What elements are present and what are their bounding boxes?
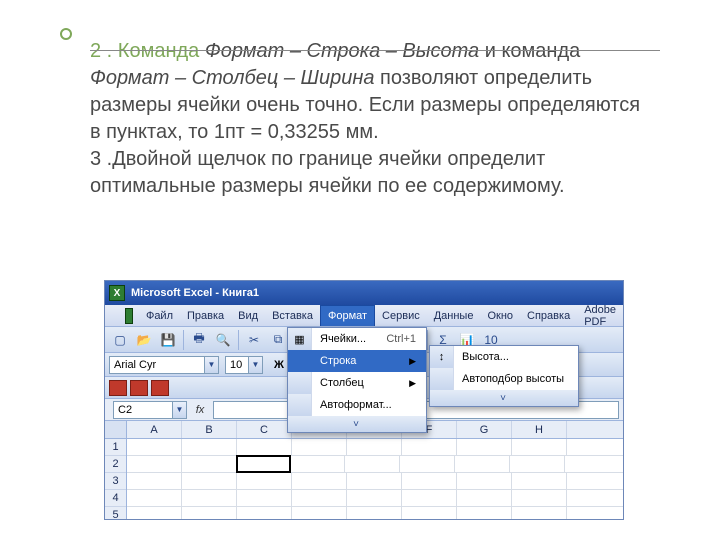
cells-icon: ▦	[294, 333, 304, 346]
menuitem-row[interactable]: Строка ▶	[288, 350, 426, 372]
height-icon: ↕	[439, 351, 445, 363]
menu-data[interactable]: Данные	[427, 305, 481, 326]
new-icon[interactable]: ▢	[109, 329, 131, 351]
format-menu[interactable]: ▦ Ячейки... Ctrl+1 Строка ▶ Столбец ▶ Ав…	[287, 327, 427, 433]
select-all-corner[interactable]	[105, 421, 126, 439]
pdf-icon[interactable]	[109, 380, 127, 396]
row-header[interactable]: 2	[105, 456, 126, 473]
excel-window: X Microsoft Excel - Книга1 Файл Правка В…	[104, 280, 624, 520]
sep	[183, 330, 184, 350]
menuitem-column[interactable]: Столбец ▶	[288, 372, 426, 394]
col-header[interactable]: A	[127, 421, 182, 438]
menu-window[interactable]: Окно	[480, 305, 520, 326]
sep	[427, 330, 428, 350]
menuitem-label: Высота...	[462, 351, 568, 363]
menu-insert[interactable]: Вставка	[265, 305, 320, 326]
menu-edit[interactable]: Правка	[180, 305, 231, 326]
p2-em2: Формат – Столбец – Ширина	[90, 67, 374, 89]
fx-icon[interactable]: fx	[191, 401, 209, 419]
menuitem-label: Ячейки...	[320, 333, 366, 345]
bullet-circle	[60, 28, 72, 40]
menuitem-label: Столбец	[320, 377, 395, 389]
submenu-arrow-icon: ▶	[409, 356, 416, 367]
menu-adobe[interactable]: Adobe PDF	[577, 305, 623, 326]
chevron-down-icon[interactable]: ▼	[172, 402, 186, 418]
menu-expand-icon[interactable]: ˅	[288, 416, 426, 432]
chevron-down-icon[interactable]: ▼	[248, 357, 262, 373]
menuitem-label: Строка	[320, 355, 395, 367]
row-submenu[interactable]: ↕ Высота... Автоподбор высоты ˅	[429, 345, 579, 407]
selected-cell[interactable]	[236, 455, 291, 473]
window-title: Microsoft Excel - Книга1	[131, 287, 259, 299]
row-header[interactable]: 1	[105, 439, 126, 456]
print-icon[interactable]: 🖶	[188, 329, 210, 351]
col-header[interactable]: C	[237, 421, 292, 438]
font-value: Arial Cyr	[114, 359, 156, 371]
chevron-down-icon[interactable]: ▼	[204, 357, 218, 373]
copy-icon[interactable]: ⧉	[267, 329, 289, 351]
pdf-icon[interactable]	[151, 380, 169, 396]
excel-app-icon: X	[109, 285, 125, 301]
name-box[interactable]: C2 ▼	[113, 401, 187, 419]
paragraph-3: 3 .Двойной щелчок по границе ячейки опре…	[90, 148, 565, 197]
submenu-arrow-icon: ▶	[409, 378, 416, 389]
save-icon[interactable]: 💾	[157, 329, 179, 351]
row-header[interactable]: 4	[105, 490, 126, 507]
col-header[interactable]: B	[182, 421, 237, 438]
menu-view[interactable]: Вид	[231, 305, 265, 326]
p2-mid: и команда	[479, 40, 580, 62]
menuitem-cells[interactable]: ▦ Ячейки... Ctrl+1	[288, 328, 426, 350]
menuitem-label: Автоподбор высоты	[462, 373, 568, 385]
name-box-value: C2	[118, 404, 132, 416]
preview-icon[interactable]: 🔍	[212, 329, 234, 351]
menu-expand-icon[interactable]: ˅	[430, 390, 578, 406]
sep	[238, 330, 239, 350]
col-header[interactable]: G	[457, 421, 512, 438]
menuitem-autoformat[interactable]: Автоформат...	[288, 394, 426, 416]
menu-help[interactable]: Справка	[520, 305, 577, 326]
row-headers: 1 2 3 4 5	[105, 421, 127, 520]
worksheet-grid[interactable]: 1 2 3 4 5 A B C D E F G H	[105, 421, 623, 520]
menuitem-height[interactable]: ↕ Высота...	[430, 346, 578, 368]
font-select[interactable]: Arial Cyr ▼	[109, 356, 219, 374]
menu-format[interactable]: Формат	[320, 305, 375, 326]
menubar[interactable]: Файл Правка Вид Вставка Формат Сервис Да…	[105, 305, 623, 327]
doc-icon	[125, 308, 133, 324]
pdf-icon[interactable]	[130, 380, 148, 396]
p2-em1: Формат – Строка – Высота	[205, 40, 479, 62]
open-icon[interactable]: 📂	[133, 329, 155, 351]
titlebar: X Microsoft Excel - Книга1	[105, 281, 623, 305]
col-header[interactable]: H	[512, 421, 567, 438]
size-select[interactable]: 10 ▼	[225, 356, 263, 374]
menuitem-accel: Ctrl+1	[386, 333, 416, 345]
horizontal-rule	[90, 50, 660, 51]
size-value: 10	[230, 359, 242, 371]
row-header[interactable]: 3	[105, 473, 126, 490]
menuitem-label: Автоформат...	[320, 399, 416, 411]
cut-icon[interactable]: ✂	[243, 329, 265, 351]
menuitem-autofit-height[interactable]: Автоподбор высоты	[430, 368, 578, 390]
row-header[interactable]: 5	[105, 507, 126, 520]
bold-button[interactable]: Ж	[269, 359, 289, 371]
menu-tools[interactable]: Сервис	[375, 305, 427, 326]
paragraph-2: 2 . Команда Формат – Строка – Высота и к…	[90, 38, 650, 200]
p2-lead: 2 . Команда	[90, 40, 205, 62]
menu-file[interactable]: Файл	[139, 305, 180, 326]
cells-area[interactable]	[127, 439, 623, 520]
